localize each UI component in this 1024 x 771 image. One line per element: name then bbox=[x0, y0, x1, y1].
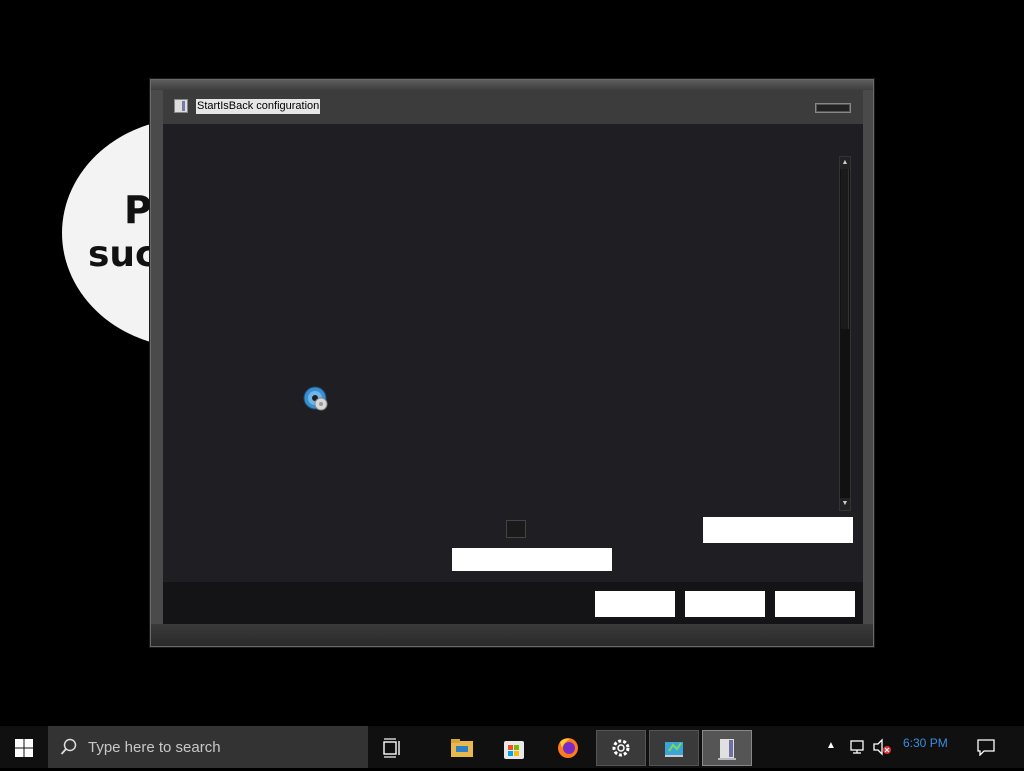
apply-button[interactable] bbox=[775, 591, 855, 617]
window-titlebar[interactable]: StartIsBack configuration bbox=[163, 90, 863, 124]
startisback-app-icon bbox=[174, 99, 188, 113]
windows-logo-icon bbox=[15, 739, 33, 757]
window-title: StartIsBack configuration bbox=[196, 99, 321, 114]
microsoft-store-icon bbox=[504, 741, 524, 759]
ok-button[interactable] bbox=[595, 591, 675, 617]
option-button-middle[interactable] bbox=[452, 548, 612, 571]
window-content-area: ▲ ▼ bbox=[163, 124, 863, 582]
disc-icon bbox=[303, 386, 328, 411]
desktop: Po such StartIsBack configuration ▲ ▼ bbox=[0, 0, 1024, 726]
option-checkbox[interactable] bbox=[506, 520, 526, 538]
dialog-button-bar bbox=[163, 582, 863, 626]
show-hidden-icons-chevron-icon[interactable]: ▲ bbox=[826, 740, 836, 751]
option-button-right[interactable] bbox=[703, 517, 853, 543]
settings-icon bbox=[612, 739, 630, 757]
search-placeholder: Type here to search bbox=[88, 739, 221, 756]
taskbar-clock[interactable]: 6:30 PM bbox=[903, 736, 948, 750]
open-app-button[interactable] bbox=[649, 730, 699, 766]
firefox-button[interactable] bbox=[544, 730, 592, 766]
minimize-button[interactable] bbox=[815, 103, 851, 113]
file-explorer-icon bbox=[451, 739, 473, 757]
search-icon bbox=[60, 738, 77, 755]
scroll-down-arrow-icon[interactable]: ▼ bbox=[840, 498, 850, 510]
taskbar-search-box[interactable]: Type here to search bbox=[48, 726, 368, 768]
volume-muted-icon[interactable] bbox=[872, 738, 892, 756]
window-frame-top[interactable] bbox=[151, 80, 873, 90]
start-button[interactable] bbox=[0, 726, 48, 768]
action-center-icon[interactable] bbox=[976, 738, 996, 756]
cancel-button[interactable] bbox=[685, 591, 765, 617]
file-explorer-button[interactable] bbox=[438, 730, 486, 766]
task-view-icon bbox=[383, 738, 400, 758]
app-icon bbox=[665, 742, 683, 757]
settings-button[interactable] bbox=[596, 730, 646, 766]
firefox-icon bbox=[558, 738, 578, 758]
network-icon[interactable] bbox=[849, 738, 867, 756]
scrollbar-thumb[interactable] bbox=[841, 169, 849, 329]
microsoft-store-button[interactable] bbox=[490, 730, 538, 766]
vertical-scrollbar[interactable]: ▲ ▼ bbox=[839, 156, 851, 511]
startisback-icon bbox=[718, 739, 736, 760]
window-frame-bottom bbox=[151, 624, 873, 646]
startisback-taskbar-button[interactable] bbox=[702, 730, 752, 766]
taskbar: Type here to search ▲ 6:30 PM bbox=[0, 726, 1024, 768]
task-view-button[interactable] bbox=[368, 730, 416, 766]
scroll-up-arrow-icon[interactable]: ▲ bbox=[840, 157, 850, 169]
startisback-config-window: StartIsBack configuration ▲ ▼ bbox=[150, 79, 874, 647]
